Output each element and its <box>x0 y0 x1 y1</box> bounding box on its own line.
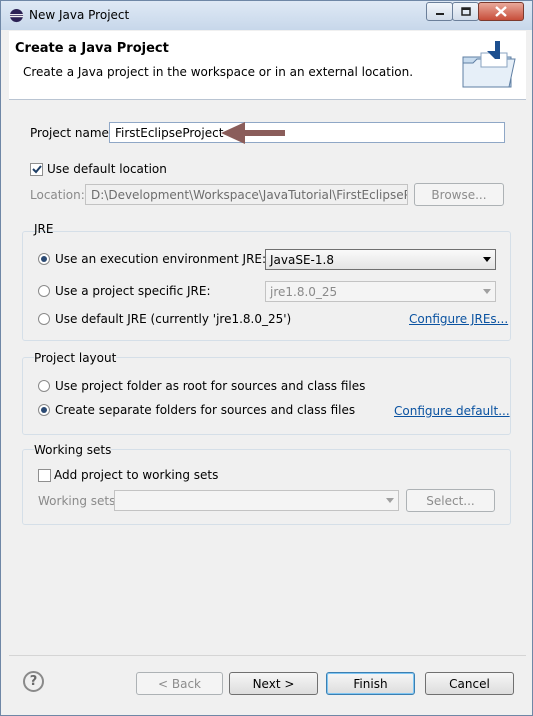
jre-execution-environment-label: Use an execution environment JRE: <box>55 252 267 266</box>
help-icon[interactable]: ? <box>23 671 44 692</box>
use-default-location-checkbox[interactable] <box>30 163 43 176</box>
page-title: Create a Java Project <box>15 41 169 56</box>
eclipse-icon <box>9 8 24 23</box>
select-working-sets-button[interactable]: Select... <box>406 489 495 512</box>
new-java-project-window: New Java Project Create a Java Project C… <box>0 0 533 716</box>
project-layout-group-title: Project layout <box>34 351 117 365</box>
layout-separate-folders-label: Create separate folders for sources and … <box>55 403 356 417</box>
layout-root-folder-label: Use project folder as root for sources a… <box>55 379 366 393</box>
execution-environment-value: JavaSE-1.8 <box>270 253 334 267</box>
layout-separate-folders-radio[interactable] <box>38 404 50 416</box>
project-specific-jre-value: jre1.8.0_25 <box>270 285 338 299</box>
new-project-folder-icon <box>462 41 516 88</box>
page-description: Create a Java project in the workspace o… <box>23 65 414 79</box>
maximize-icon <box>460 7 471 16</box>
location-input[interactable]: D:\Development\Workspace\JavaTutorial\Fi… <box>85 184 408 205</box>
layout-root-folder-radio[interactable] <box>38 380 50 392</box>
minimize-icon <box>435 12 444 15</box>
jre-default-radio[interactable] <box>38 313 50 325</box>
minimize-button[interactable] <box>426 2 453 21</box>
checkmark-icon <box>31 165 42 174</box>
chevron-down-icon <box>483 257 491 262</box>
close-button[interactable] <box>478 2 524 21</box>
add-to-working-sets-label: Add project to working sets <box>54 468 219 482</box>
radio-selected-dot <box>41 407 47 413</box>
jre-project-specific-label: Use a project specific JRE: <box>55 284 211 298</box>
jre-group-title: JRE <box>34 222 54 236</box>
working-sets-select[interactable] <box>114 490 399 511</box>
working-sets-group-title: Working sets <box>34 443 112 457</box>
title-bar: New Java Project <box>1 1 532 30</box>
radio-selected-dot <box>41 256 47 262</box>
project-name-label: Project name: <box>30 126 113 140</box>
close-icon <box>495 6 507 17</box>
project-layout-group <box>22 357 511 435</box>
project-name-input[interactable]: FirstEclipseProject <box>109 122 505 143</box>
working-sets-group <box>22 449 511 525</box>
jre-project-specific-radio[interactable] <box>38 285 50 297</box>
configure-default-link[interactable]: Configure default... <box>394 404 510 418</box>
add-to-working-sets-checkbox[interactable] <box>38 469 51 482</box>
jre-execution-environment-radio[interactable] <box>38 253 50 265</box>
next-button[interactable]: Next > <box>229 672 318 695</box>
use-default-location-label: Use default location <box>47 162 167 176</box>
cancel-button[interactable]: Cancel <box>425 672 514 695</box>
working-sets-label: Working sets: <box>38 494 120 508</box>
maximize-button[interactable] <box>452 2 479 21</box>
location-label: Location: <box>30 188 85 202</box>
chevron-down-icon <box>483 289 491 294</box>
wizard-header: Create a Java Project Create a Java proj… <box>9 31 526 100</box>
finish-button[interactable]: Finish <box>326 672 415 695</box>
browse-button[interactable]: Browse... <box>414 183 504 206</box>
execution-environment-select[interactable]: JavaSE-1.8 <box>265 249 496 270</box>
arrow-annotation-icon <box>221 122 285 144</box>
configure-jres-link[interactable]: Configure JREs... <box>409 312 508 326</box>
jre-default-label: Use default JRE (currently 'jre1.8.0_25'… <box>55 312 292 326</box>
footer-separator <box>9 655 526 656</box>
window-title: New Java Project <box>29 8 130 22</box>
back-button[interactable]: < Back <box>136 672 223 695</box>
chevron-down-icon <box>386 498 394 503</box>
project-specific-jre-select[interactable]: jre1.8.0_25 <box>265 281 496 302</box>
